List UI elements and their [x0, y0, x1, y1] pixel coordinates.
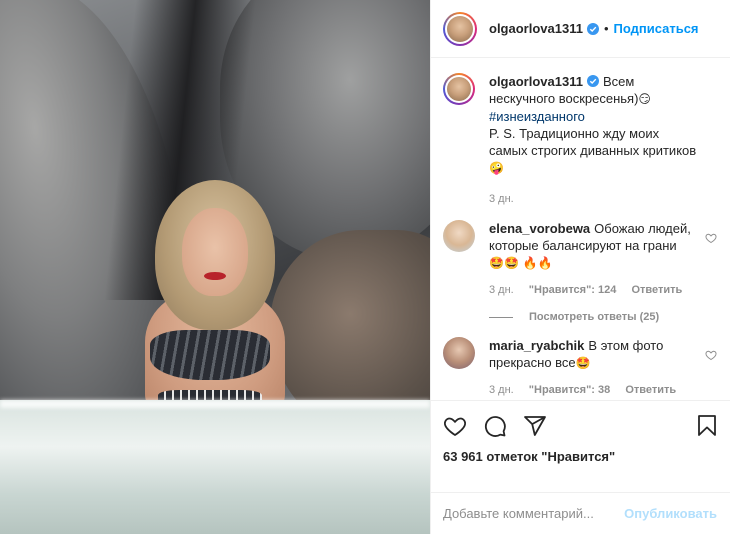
comment-icon[interactable]	[483, 414, 507, 438]
share-icon[interactable]	[523, 414, 547, 438]
comment-username[interactable]: elena_vorobewa	[489, 221, 590, 236]
comment-time[interactable]: 3 дн.	[489, 284, 514, 296]
comments-list[interactable]: olgaorlova1311 Всем нескучного воскресень…	[431, 59, 730, 399]
add-comment-bar: Опубликовать	[431, 492, 730, 534]
photo-person-face	[182, 208, 248, 296]
publish-button[interactable]: Опубликовать	[624, 506, 717, 521]
caption-hashtag[interactable]: #изнеизданного	[489, 109, 585, 124]
caption-time[interactable]: 3 дн.	[489, 193, 514, 205]
comment-emojis: 🤩	[575, 356, 591, 370]
action-icons	[443, 413, 719, 439]
verified-badge-icon	[586, 75, 599, 87]
photo-person-lips	[204, 272, 226, 280]
heart-icon[interactable]	[443, 414, 467, 438]
post-header: olgaorlova1311 • Подписаться	[431, 0, 730, 58]
commenter-avatar[interactable]	[443, 337, 475, 369]
comment-likes[interactable]: "Нравится": 124	[529, 284, 617, 296]
photo-person	[140, 180, 290, 420]
comment-meta: 3 дн. "Нравится": 124 Ответить	[489, 282, 701, 299]
comment-like-heart-icon[interactable]	[705, 232, 717, 244]
comment-emojis: 🤩🤩 🔥🔥	[489, 256, 553, 270]
comment-item: elena_vorobewa Обожаю людей, которые бала…	[443, 220, 719, 299]
commenter-avatar[interactable]	[443, 220, 475, 252]
separator-dot: •	[603, 21, 609, 36]
comment-item: maria_ryabchik В этом фото прекрасно все🤩…	[443, 337, 719, 399]
post-actions: 63 961 отметок "Нравится"	[431, 400, 730, 490]
comment-time[interactable]: 3 дн.	[489, 384, 514, 396]
caption-text-ps: P. S. Традиционно жду моих самых строгих…	[489, 126, 697, 158]
caption-body: olgaorlova1311 Всем нескучного воскресень…	[489, 73, 719, 208]
verified-badge-icon	[586, 22, 599, 35]
reply-button[interactable]: Ответить	[631, 284, 682, 296]
post-photo[interactable]	[0, 0, 430, 534]
comment-meta: 3 дн. "Нравится": 38 Ответить	[489, 382, 701, 399]
zany-emoji: 🤪	[489, 161, 504, 175]
caption-meta: 3 дн.	[489, 191, 701, 208]
post-caption: olgaorlova1311 Всем нескучного воскресень…	[443, 73, 719, 208]
comment-body: elena_vorobewa Обожаю людей, которые бала…	[489, 220, 719, 299]
comment-body: maria_ryabchik В этом фото прекрасно все🤩…	[489, 337, 719, 399]
view-replies-label: Посмотреть ответы (25)	[529, 311, 660, 323]
caption-avatar[interactable]	[443, 73, 475, 105]
photo-swimsuit-top	[150, 330, 270, 380]
smirk-emoji: 😏	[638, 92, 651, 106]
likes-count[interactable]: 63 961 отметок "Нравится"	[443, 449, 719, 464]
comment-likes[interactable]: "Нравится": 38	[529, 384, 610, 396]
view-replies-button[interactable]: Посмотреть ответы (25)	[489, 311, 719, 323]
author-username[interactable]: olgaorlova1311	[489, 21, 583, 36]
comment-input[interactable]	[443, 506, 625, 521]
replies-divider-line	[489, 316, 513, 318]
reply-button[interactable]: Ответить	[625, 384, 676, 396]
comment-like-heart-icon[interactable]	[705, 349, 717, 361]
follow-button[interactable]: Подписаться	[614, 21, 699, 36]
author-avatar[interactable]	[443, 11, 477, 46]
comment-username[interactable]: maria_ryabchik	[489, 338, 584, 353]
photo-water	[0, 400, 430, 534]
bookmark-icon[interactable]	[695, 414, 719, 438]
caption-username[interactable]: olgaorlova1311	[489, 74, 583, 89]
post-sidebar: olgaorlova1311 • Подписаться olgaorlova1…	[430, 0, 730, 534]
